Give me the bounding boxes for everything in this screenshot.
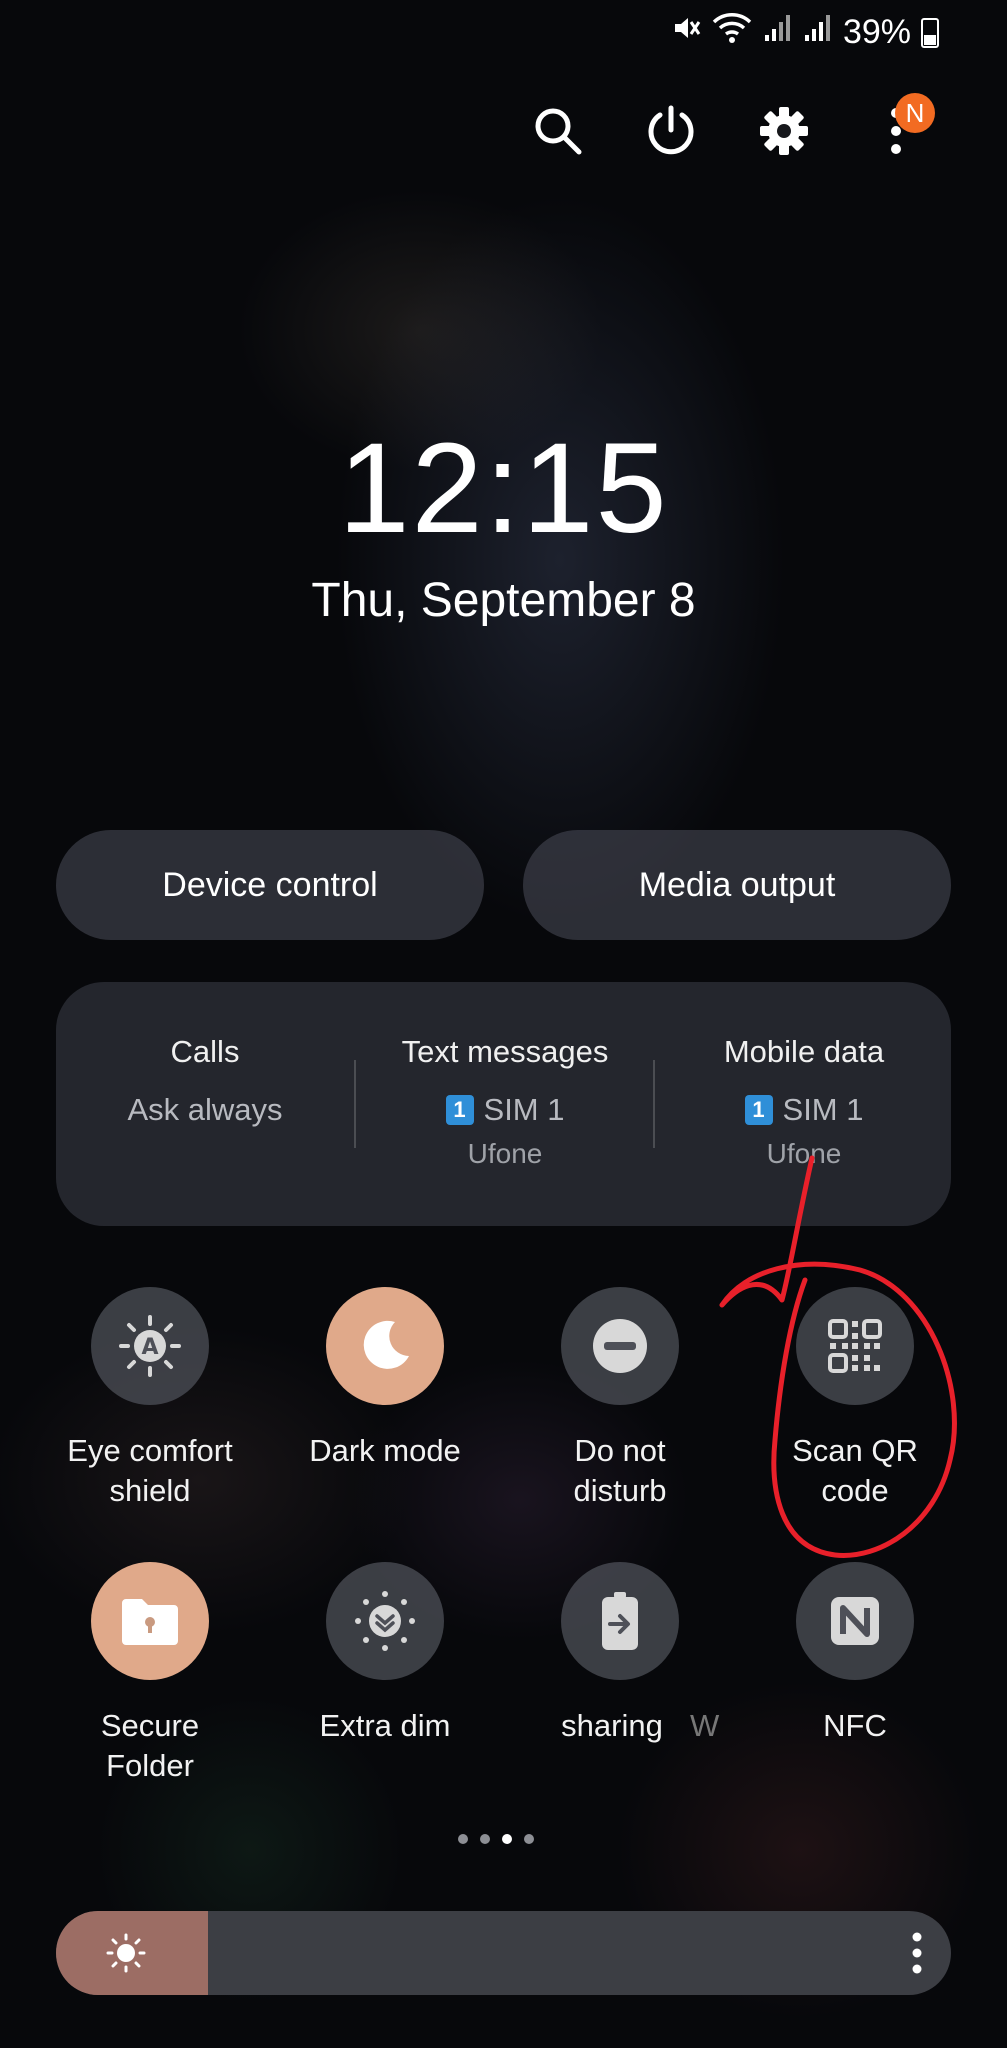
text-messages-setting[interactable]: Text messages 1 SIM 1 Ufone [356,1034,654,1170]
moon-icon[interactable] [326,1287,444,1405]
qr-code-icon[interactable] [796,1287,914,1405]
device-control-button[interactable]: Device control [56,830,484,940]
signal-icon [763,13,793,52]
svg-text:A: A [141,1335,158,1360]
search-icon[interactable] [528,101,588,161]
page-dot [480,1834,490,1844]
clock-date[interactable]: Thu, September 8 [0,573,1007,628]
extra-dim-icon[interactable] [326,1562,444,1680]
tile-label-line1: Secure [100,1708,200,1743]
tile-dark-mode[interactable]: Dark mode [295,1287,475,1471]
tile-label-line2: code [821,1473,889,1508]
power-icon[interactable] [641,101,701,161]
tile-label-line2: Folder [106,1748,194,1783]
tile-nfc[interactable]: NFC [765,1562,945,1746]
calls-setting[interactable]: Calls Ask always [56,1034,354,1128]
media-output-button[interactable]: Media output [523,830,951,940]
secure-folder-icon[interactable] [91,1562,209,1680]
tile-label-partial: W [690,1708,720,1743]
tile-label-line1: Do not [574,1433,666,1468]
tile-label-line1: Extra dim [319,1708,451,1743]
eye-comfort-icon[interactable]: A [91,1287,209,1405]
tile-label-line1: Scan QR [792,1433,918,1468]
page-dot-active [502,1834,512,1844]
sim-1-badge-icon: 1 [445,1095,474,1125]
clock-time[interactable]: 12:15 [0,415,1007,562]
calls-title: Calls [170,1034,240,1069]
signal-icon [803,13,833,52]
tile-secure-folder[interactable]: Secure Folder [60,1562,240,1786]
tile-extra-dim[interactable]: Extra dim [295,1562,475,1746]
status-bar: 39% [671,12,939,53]
tile-do-not-disturb[interactable]: Do not disturb [530,1287,710,1511]
sun-icon [106,1933,146,1978]
brightness-slider[interactable] [56,1911,951,1995]
wifi-icon [711,12,753,53]
tile-wireless-power-sharing[interactable]: sharing [530,1562,710,1746]
do-not-disturb-icon[interactable] [561,1287,679,1405]
tile-label-line2: disturb [573,1473,667,1508]
page-dot [458,1834,468,1844]
tile-label-line1: Eye comfort [67,1433,233,1468]
mobile-data-setting[interactable]: Mobile data 1 SIM 1 Ufone [655,1034,953,1170]
tile-label-line1: sharing [561,1708,663,1743]
tile-scan-qr-code[interactable]: Scan QR code [765,1287,945,1511]
text-messages-title: Text messages [401,1034,609,1069]
notification-badge: N [895,93,935,133]
mobile-data-title: Mobile data [723,1034,885,1069]
text-messages-sim: SIM 1 [483,1092,565,1127]
battery-icon [921,17,939,48]
mute-icon [671,13,701,52]
tile-label-line2: shield [109,1473,191,1508]
page-indicator[interactable] [458,1834,534,1844]
tile-eye-comfort-shield[interactable]: A Eye comfort shield [60,1287,240,1511]
mobile-data-sim: SIM 1 [782,1092,864,1127]
battery-share-icon[interactable] [561,1562,679,1680]
text-messages-carrier: Ufone [467,1138,543,1169]
calls-value: Ask always [127,1092,283,1127]
tile-label-line1: Dark mode [309,1433,461,1468]
battery-percentage: 39% [842,13,911,51]
tile-label-line1: NFC [823,1708,887,1743]
mobile-data-carrier: Ufone [766,1138,842,1169]
settings-gear-icon[interactable] [754,101,814,161]
page-dot [524,1834,534,1844]
brightness-more-icon[interactable] [911,1929,923,1982]
sim-manager-panel: Calls Ask always Text messages 1 SIM 1 U… [56,982,951,1226]
nfc-icon[interactable] [796,1562,914,1680]
sim-1-badge-icon: 1 [744,1095,773,1125]
